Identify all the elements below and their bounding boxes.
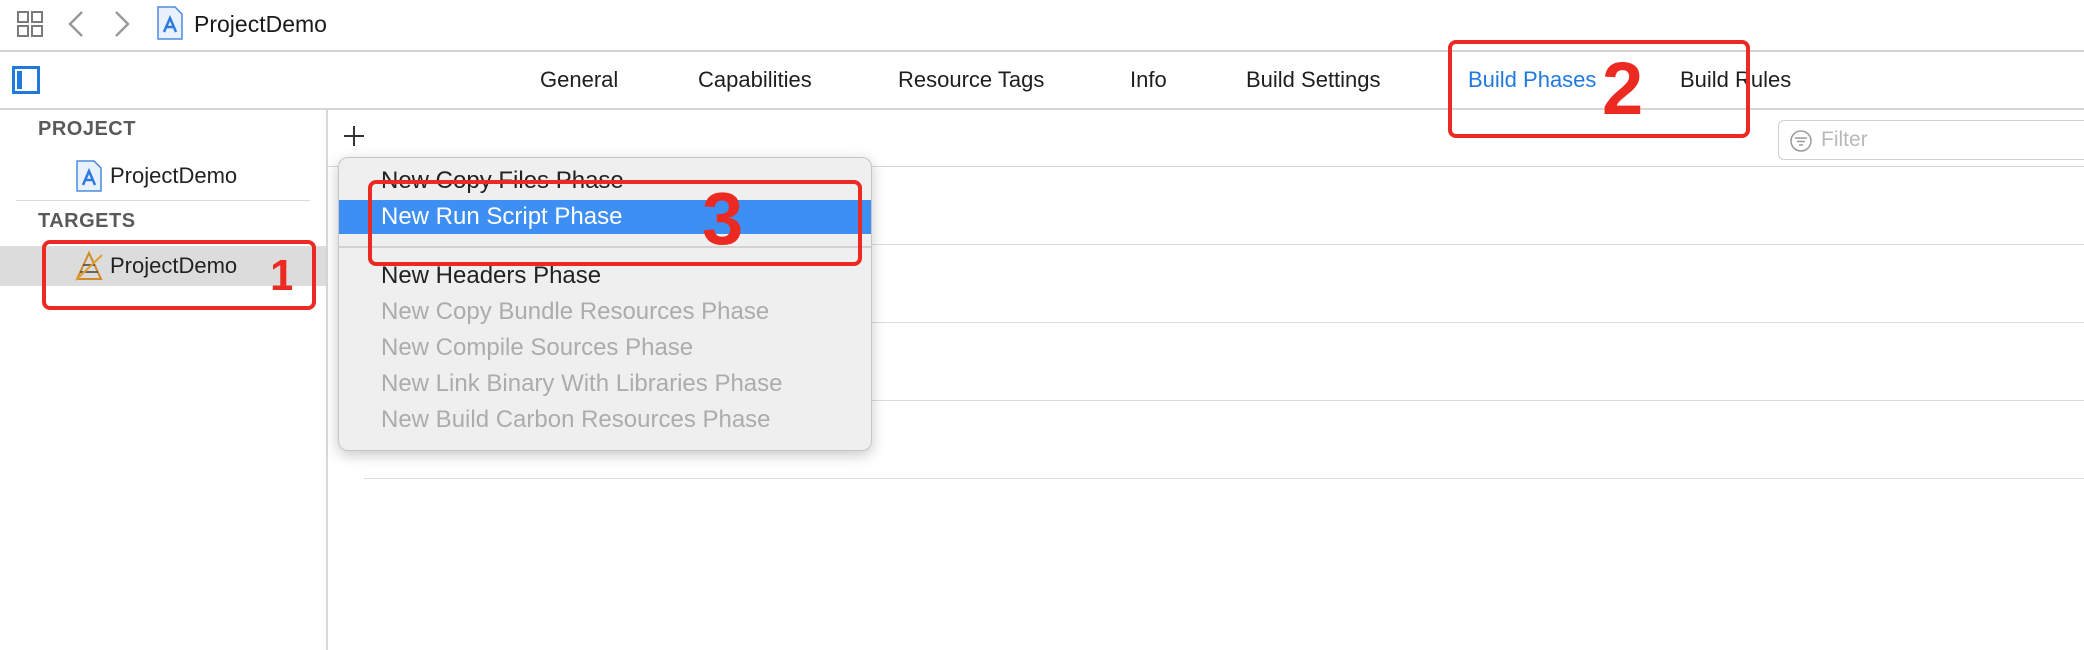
tab-info[interactable]: Info	[1130, 64, 1167, 96]
filter-field[interactable]	[1778, 120, 2084, 160]
annotation-box-2	[1448, 40, 1750, 138]
filter-icon	[1790, 130, 1812, 152]
xcodeproj-file-icon	[157, 6, 183, 40]
filter-input[interactable]	[1819, 125, 2083, 155]
related-items-grid-icon[interactable]	[16, 10, 44, 38]
xcode-window: ProjectDemo General Capabilities Resourc…	[0, 0, 2084, 650]
tab-general[interactable]: General	[540, 64, 618, 96]
project-target-sidebar: PROJECT ProjectDemo TARGETS ProjectDemo	[0, 110, 328, 650]
jump-bar: ProjectDemo	[0, 0, 2084, 52]
sidebar-divider	[16, 200, 310, 201]
menu-item-new-link-binary-phase: New Link Binary With Libraries Phase	[381, 370, 783, 397]
annotation-number-1: 1	[270, 251, 292, 294]
svg-text:3: 3	[702, 180, 743, 252]
tab-resource-tags[interactable]: Resource Tags	[898, 64, 1044, 96]
menu-item-new-build-carbon-resources-phase: New Build Carbon Resources Phase	[381, 406, 771, 433]
tab-capabilities[interactable]: Capabilities	[698, 64, 812, 96]
targets-section-header: TARGETS	[38, 210, 136, 232]
menu-item-new-compile-sources-phase: New Compile Sources Phase	[381, 334, 694, 361]
chevron-right-icon[interactable]	[110, 8, 134, 40]
tab-build-settings[interactable]: Build Settings	[1246, 64, 1381, 96]
svg-text:1: 1	[270, 251, 292, 294]
svg-text:2: 2	[1602, 50, 1643, 120]
xcodeproj-file-icon	[76, 160, 102, 192]
sidebar-toggle-icon[interactable]	[12, 66, 40, 94]
sidebar-item-label: ProjectDemo	[110, 163, 238, 188]
project-section-header: PROJECT	[38, 118, 136, 140]
phase-row-divider	[364, 478, 2084, 479]
sidebar-item-project[interactable]: ProjectDemo	[0, 156, 326, 196]
annotation-number-2: 2	[1602, 50, 1643, 120]
add-build-phase-icon[interactable]	[340, 122, 368, 150]
menu-item-new-copy-bundle-resources-phase: New Copy Bundle Resources Phase	[381, 298, 770, 325]
annotation-number-3: 3	[702, 180, 743, 252]
chevron-left-icon[interactable]	[64, 8, 88, 40]
breadcrumb-project-title[interactable]: ProjectDemo	[194, 8, 327, 40]
annotation-box-3	[368, 180, 862, 266]
editor-tab-bar: General Capabilities Resource Tags Info …	[0, 52, 2084, 110]
